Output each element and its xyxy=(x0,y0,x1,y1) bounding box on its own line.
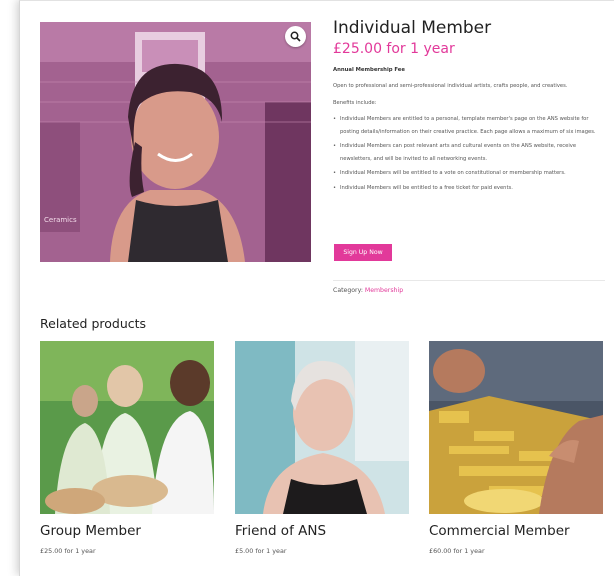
benefits-list: Individual Members are entitled to a per… xyxy=(333,113,605,196)
commercial-member-photo xyxy=(429,341,603,514)
category-link[interactable]: Membership xyxy=(365,287,403,294)
fee-title: Annual Membership Fee xyxy=(333,67,405,73)
group-member-photo xyxy=(40,341,214,514)
product-image[interactable]: Ceramics xyxy=(40,22,311,262)
product-name-group-member[interactable]: Group Member xyxy=(40,523,141,539)
product-category: Category: Membership xyxy=(333,287,403,294)
product-title: Individual Member xyxy=(333,18,492,38)
product-photo: Ceramics xyxy=(40,22,311,262)
benefit-item: Individual Members are entitled to a per… xyxy=(333,113,605,139)
product-price-commercial-member: £60.00 for 1 year xyxy=(429,547,485,555)
product-name-friend-of-ans[interactable]: Friend of ANS xyxy=(235,523,326,539)
product-price-friend-of-ans: £5.00 for 1 year xyxy=(235,547,287,555)
product-image-friend-of-ans[interactable] xyxy=(235,341,409,514)
product-price-group-member: £25.00 for 1 year xyxy=(40,547,96,555)
product-name-commercial-member[interactable]: Commercial Member xyxy=(429,523,570,539)
related-products-heading: Related products xyxy=(40,316,147,331)
product-image-commercial-member[interactable] xyxy=(429,341,603,514)
ceramics-sign: Ceramics xyxy=(44,216,77,224)
product-description: Open to professional and semi-profession… xyxy=(333,83,568,89)
benefit-item: Individual Members can post relevant art… xyxy=(333,140,605,166)
sign-up-button[interactable]: Sign Up Now xyxy=(334,244,392,261)
product-price: £25.00 for 1 year xyxy=(333,41,455,57)
benefit-item: Individual Members will be entitled to a… xyxy=(333,167,605,180)
category-label: Category: xyxy=(333,287,363,294)
product-image-group-member[interactable] xyxy=(40,341,214,514)
zoom-button[interactable] xyxy=(285,26,306,47)
divider xyxy=(333,280,605,281)
friend-of-ans-photo xyxy=(235,341,409,514)
benefits-label: Benefits include: xyxy=(333,100,377,106)
search-icon xyxy=(290,31,301,42)
benefit-item: Individual Members will be entitled to a… xyxy=(333,182,605,195)
